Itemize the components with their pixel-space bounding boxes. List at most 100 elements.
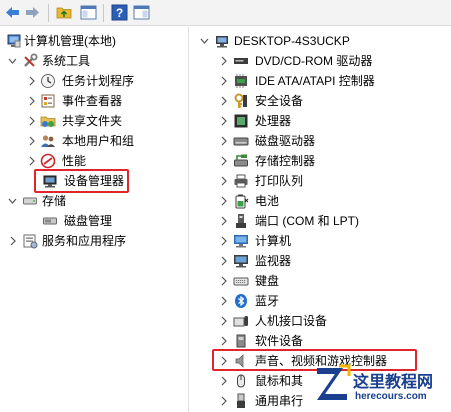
device-category-print-queues[interactable]: 打印队列 [190, 171, 451, 191]
tree-item-label: 通用串行 [255, 394, 304, 408]
toolbar-separator [48, 4, 49, 22]
chevron-right-icon[interactable] [7, 235, 18, 247]
tree-item-event-viewer[interactable]: 事件查看器 [0, 91, 188, 111]
chevron-right-icon[interactable] [218, 255, 229, 267]
device-category-computer[interactable]: 计算机 [190, 231, 451, 251]
tree-item-storage[interactable]: 存储 [0, 191, 188, 211]
chevron-right-icon[interactable] [26, 115, 37, 127]
device-category-ide-ata-atapi[interactable]: IDE ATA/ATAPI 控制器 [190, 71, 451, 91]
chevron-right-icon[interactable] [218, 235, 229, 247]
tree-item-services-applications[interactable]: 服务和应用程序 [0, 231, 188, 251]
tree-item-label: 磁盘管理 [64, 214, 113, 228]
tree-item-label: 事件查看器 [62, 94, 123, 108]
chevron-right-icon[interactable] [26, 95, 37, 107]
device-category-dvd-cd-rom[interactable]: DVD/CD-ROM 驱动器 [190, 51, 451, 71]
keyboard-icon [233, 273, 249, 289]
show-hide-console-tree-icon[interactable] [80, 4, 97, 21]
tree-item-task-scheduler[interactable]: 任务计划程序 [0, 71, 188, 91]
chevron-right-icon[interactable] [26, 75, 37, 87]
chevron-right-icon[interactable] [218, 95, 229, 107]
tree-item-local-users-groups[interactable]: 本地用户和组 [0, 131, 188, 151]
tree-item-label: 本地用户和组 [62, 134, 135, 148]
device-category-processors[interactable]: 处理器 [190, 111, 451, 131]
chevron-right-icon[interactable] [218, 395, 229, 407]
users-icon [40, 133, 56, 149]
tree-item-device-manager[interactable]: 设备管理器 [0, 171, 188, 191]
chevron-right-icon[interactable] [26, 135, 37, 147]
toolbar: ? [0, 0, 451, 26]
chevron-right-icon[interactable] [218, 275, 229, 287]
site-watermark: 这里教程网 herecours.com [311, 362, 451, 412]
watermark-url: herecours.com [355, 391, 427, 402]
device-category-disk-drives[interactable]: 磁盘驱动器 [190, 131, 451, 151]
chevron-right-icon[interactable] [218, 175, 229, 187]
device-category-batteries[interactable]: 电池 [190, 191, 451, 211]
mouse-icon [233, 373, 249, 389]
device-category-human-interface-devices[interactable]: 人机接口设备 [190, 311, 451, 331]
chevron-down-icon[interactable] [7, 195, 18, 207]
chevron-right-icon[interactable] [218, 315, 229, 327]
show-action-pane-icon[interactable] [133, 4, 150, 21]
dvd-drive-icon [233, 53, 249, 69]
chevron-right-icon[interactable] [218, 155, 229, 167]
ide-controller-icon [233, 73, 249, 89]
tree-item-label: 蓝牙 [255, 294, 280, 308]
chevron-right-icon[interactable] [218, 335, 229, 347]
chevron-down-icon[interactable] [199, 35, 210, 47]
forward-arrow-icon[interactable] [24, 4, 41, 21]
tree-item-disk-management[interactable]: 磁盘管理 [0, 211, 188, 231]
event-viewer-icon [40, 93, 56, 109]
chevron-right-icon[interactable] [218, 115, 229, 127]
chevron-right-icon[interactable] [218, 135, 229, 147]
tree-item-label: 服务和应用程序 [42, 234, 127, 248]
chevron-right-icon[interactable] [218, 295, 229, 307]
tree-item-label: DESKTOP-4S3UCKP [234, 34, 350, 48]
tree-item-system-tools[interactable]: 系统工具 [0, 51, 188, 71]
tree-item-label: 打印队列 [255, 174, 304, 188]
device-category-monitors[interactable]: 监视器 [190, 251, 451, 271]
site-logo-icon [313, 364, 351, 404]
device-category-storage-controllers[interactable]: 存储控制器 [190, 151, 451, 171]
printer-icon [233, 173, 249, 189]
device-category-security-devices[interactable]: 安全设备 [190, 91, 451, 111]
svg-text:?: ? [116, 6, 123, 20]
help-icon[interactable]: ? [111, 4, 128, 21]
up-folder-icon[interactable] [56, 4, 73, 21]
chevron-right-icon[interactable] [218, 375, 229, 387]
storage-controller-icon [233, 153, 249, 169]
tree-item-shared-folders[interactable]: 共享文件夹 [0, 111, 188, 131]
tree-item-label: 处理器 [255, 114, 292, 128]
hid-icon [233, 313, 249, 329]
tree-item-label: 键盘 [255, 274, 280, 288]
device-category-bluetooth[interactable]: 蓝牙 [190, 291, 451, 311]
computer-icon [233, 233, 249, 249]
toolbox-icon [22, 53, 38, 69]
software-device-icon [233, 333, 249, 349]
security-device-icon [233, 93, 249, 109]
chevron-right-icon[interactable] [218, 355, 229, 367]
bluetooth-icon [233, 293, 249, 309]
tree-item-computer-management[interactable]: 计算机管理(本地) [0, 31, 188, 51]
device-category-ports-com-lpt[interactable]: 端口 (COM 和 LPT) [190, 211, 451, 231]
device-category-software-devices[interactable]: 软件设备 [190, 331, 451, 351]
tree-item-performance[interactable]: 性能 [0, 151, 188, 171]
watermark-title: 这里教程网 [353, 372, 434, 391]
tree-item-label: DVD/CD-ROM 驱动器 [255, 54, 373, 68]
tree-item-label: 设备管理器 [64, 174, 125, 188]
chevron-right-icon[interactable] [26, 155, 37, 167]
chevron-right-icon[interactable] [218, 55, 229, 67]
tree-item-label: 性能 [62, 154, 87, 168]
chevron-down-icon[interactable] [7, 55, 18, 67]
device-category-keyboards[interactable]: 键盘 [190, 271, 451, 291]
chevron-right-icon[interactable] [218, 75, 229, 87]
tree-item-label: 磁盘驱动器 [255, 134, 316, 148]
back-arrow-icon[interactable] [4, 4, 21, 21]
device-tree-root[interactable]: DESKTOP-4S3UCKP [190, 31, 451, 51]
tree-item-label: 计算机管理(本地) [24, 34, 116, 48]
tree-item-label: 安全设备 [255, 94, 304, 108]
tree-item-label: 计算机 [255, 234, 292, 248]
chevron-right-icon[interactable] [218, 215, 229, 227]
chevron-right-icon[interactable] [218, 195, 229, 207]
tree-item-label: IDE ATA/ATAPI 控制器 [255, 74, 375, 88]
computer-management-icon [6, 33, 22, 49]
